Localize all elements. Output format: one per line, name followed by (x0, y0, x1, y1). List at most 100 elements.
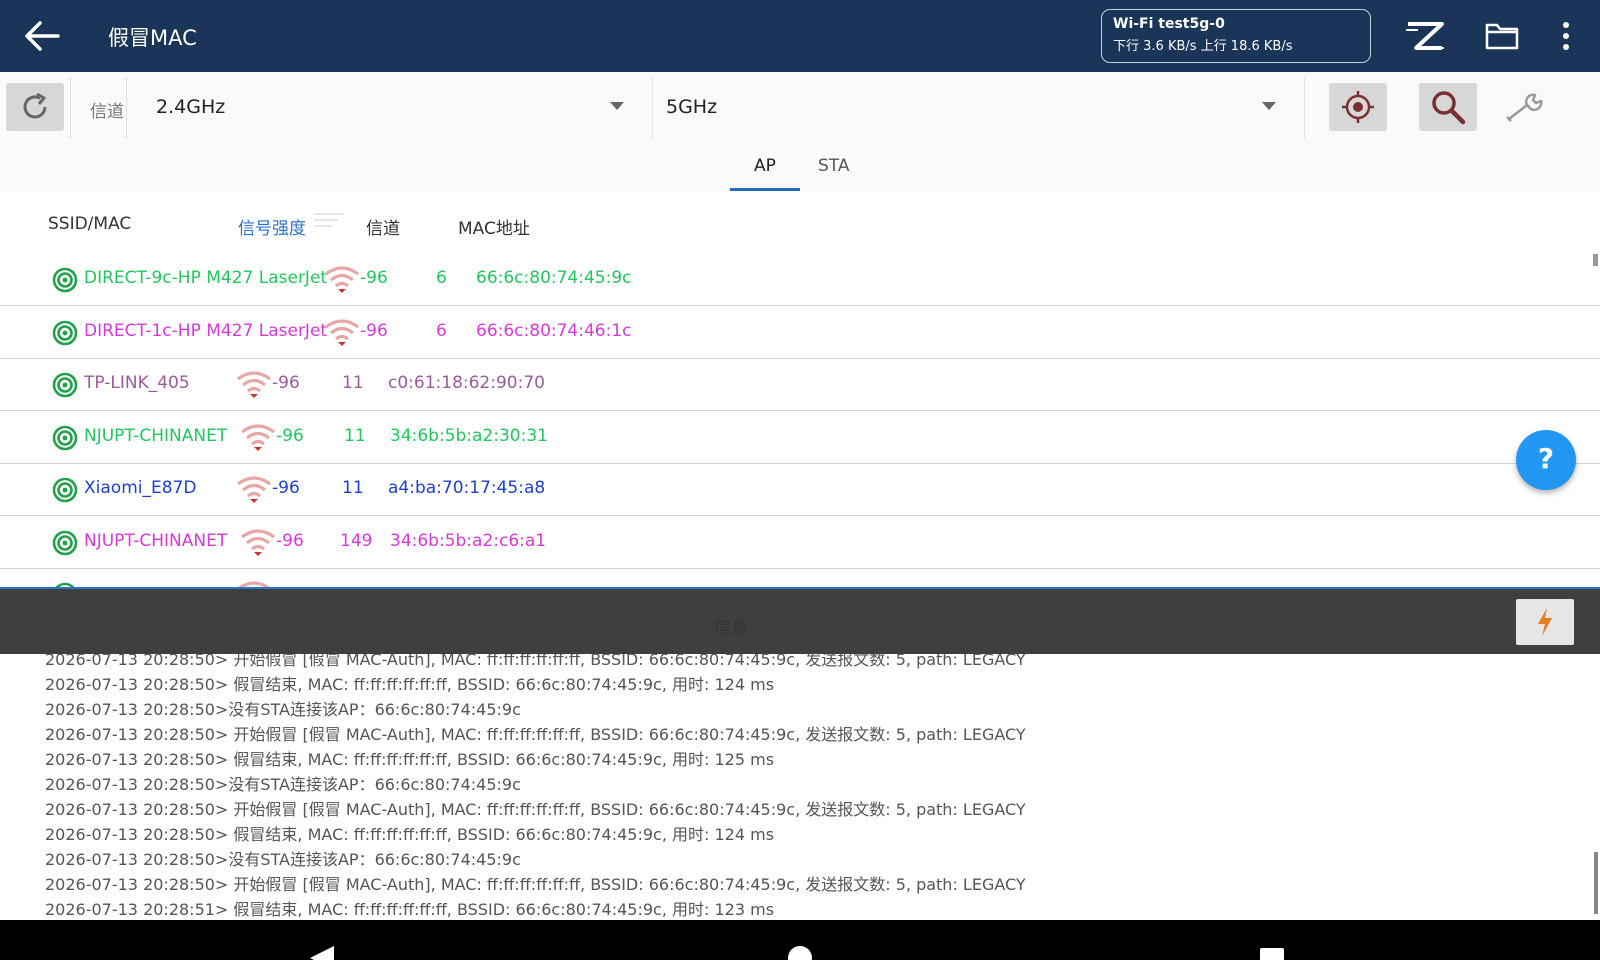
ap-channel: 6 (436, 320, 447, 341)
nav-home-icon[interactable] (788, 946, 812, 970)
sort-icon (314, 213, 344, 235)
z-logo-icon[interactable] (1404, 18, 1446, 54)
tab-indicator (730, 188, 800, 191)
ap-row[interactable]: DIRECT-1c-HP M427 LaserJet -96 6 66:6c:80:7… (0, 307, 1600, 359)
tab-bar: AP STA (0, 144, 1600, 192)
ap-mac: 34:6b:5b:a2:c6:a1 (390, 530, 547, 551)
refresh-button[interactable] (6, 83, 64, 131)
log-line: 2026-07-13 20:28:50> 开始假冒 [假冒 MAC-Auth],… (45, 725, 1026, 744)
search-icon (1432, 91, 1466, 125)
access-point-icon (52, 320, 78, 345)
ap-row[interactable]: TP-LINK_405 -96 11 c0:61:18:62:90:70 (0, 359, 1600, 411)
lightning-icon (1538, 608, 1552, 636)
info-bar: 信息 (0, 589, 1600, 654)
ap-ssid: NJUPT-CHINANET (84, 425, 228, 446)
access-point-icon (52, 425, 78, 450)
refresh-icon (23, 92, 47, 119)
wifi-signal-icon (241, 423, 275, 451)
more-vert-icon[interactable] (1556, 18, 1576, 54)
wifi-signal-icon (241, 528, 275, 556)
ap-row[interactable]: DIRECT-9c-HP M427 LaserJet -96 6 66:6c:80:7… (0, 254, 1600, 306)
log-line: 2026-07-13 20:28:50>没有STA连接该AP：66:6c:80:… (45, 775, 521, 794)
ap-ssid: TP-LINK_405 (84, 373, 190, 393)
access-point-icon (52, 267, 78, 293)
ap-signal: -96 (272, 478, 300, 498)
log-panel: 2026-07-13 20:28:50> 开始假冒 [假冒 MAC-Auth],… (0, 654, 1600, 920)
page-title: 假冒MAC (108, 26, 197, 50)
col-ssid[interactable]: SSID/MAC (48, 214, 131, 234)
wifi-ssid: Wi-Fi test5g-0 (1113, 16, 1225, 32)
log-line: 2026-07-13 20:28:50> 假冒结束, MAC: ff:ff:ff… (45, 825, 775, 844)
target-icon (1342, 91, 1374, 123)
ap-row-partial[interactable] (0, 569, 1600, 588)
log-line: 2026-07-13 20:28:50> 开始假冒 [假冒 MAC-Auth],… (45, 875, 1026, 894)
ap-row[interactable]: Xiaomi_E87D -96 11 a4:ba:70:17:45:a8 (0, 464, 1600, 516)
ap-signal: -96 (360, 268, 388, 288)
ap-signal: -96 (272, 373, 300, 393)
ap-list: DIRECT-9c-HP M427 LaserJet -96 6 66:6c:80:7… (0, 254, 1600, 588)
wifi-signal-icon (325, 318, 359, 346)
ap-mac: 66:6c:80:74:45:9c (476, 268, 632, 288)
ap-signal: -96 (276, 425, 304, 446)
system-nav-bar (0, 920, 1600, 972)
wifi-status-box[interactable]: Wi-Fi test5g-0 下行 3.6 KB/s 上行 18.6 KB/s (1101, 9, 1371, 63)
band-24-select[interactable]: 2.4GHz (156, 80, 626, 136)
help-label: ? (1537, 442, 1555, 475)
toolbar-divider (70, 78, 71, 138)
col-channel[interactable]: 信道 (366, 214, 400, 239)
nav-recent-icon[interactable] (1260, 948, 1284, 972)
toolbar-divider (1304, 78, 1305, 138)
app-bar: 假冒MAC Wi-Fi test5g-0 下行 3.6 KB/s 上行 18.6… (0, 0, 1600, 72)
ap-channel: 11 (344, 425, 366, 446)
ap-channel: 149 (340, 530, 373, 551)
band-5-value: 5GHz (666, 96, 718, 118)
band-24-value: 2.4GHz (156, 96, 226, 118)
channel-toolbar: 信道 2.4GHz 5GHz (0, 72, 1600, 144)
col-signal[interactable]: 信号强度 (238, 214, 306, 239)
ap-ssid: NJUPT-CHINANET (84, 530, 228, 551)
ap-ssid: DIRECT-9c-HP M427 LaserJet (84, 268, 328, 288)
tab-ap[interactable]: AP (754, 156, 776, 176)
ap-row[interactable]: NJUPT-CHINANET -96 149 34:6b:5b:a2:c6:a1 (0, 517, 1600, 569)
wifi-signal-icon (237, 371, 271, 398)
ap-mac: a4:ba:70:17:45:a8 (388, 478, 546, 498)
col-mac[interactable]: MAC地址 (458, 214, 530, 239)
log-line: 2026-07-13 20:28:50> 假冒结束, MAC: ff:ff:ff… (45, 675, 775, 694)
ap-signal: -96 (360, 320, 388, 341)
ap-signal: -96 (276, 530, 304, 551)
ap-mac: c0:61:18:62:90:70 (388, 373, 545, 393)
settings-button[interactable] (1497, 83, 1555, 131)
log-line: 2026-07-13 20:28:50>没有STA连接该AP：66:6c:80:… (45, 700, 521, 719)
log-scrollbar[interactable] (1594, 852, 1598, 914)
column-header: SSID/MAC 信号强度 信道 MAC地址 (0, 200, 1600, 248)
channel-label: 信道 (90, 102, 124, 122)
help-button[interactable]: ? (1516, 430, 1576, 490)
ap-channel: 11 (342, 478, 364, 498)
wifi-signal-icon (237, 476, 271, 503)
toolbar-divider (126, 78, 127, 138)
log-line: 2026-07-13 20:28:51> 假冒结束, MAC: ff:ff:ff… (45, 900, 775, 919)
band-5-select[interactable]: 5GHz (666, 80, 1278, 136)
tab-sta[interactable]: STA (818, 156, 850, 176)
access-point-icon (52, 372, 78, 398)
log-line: 2026-07-13 20:28:50>没有STA连接该AP：66:6c:80:… (45, 850, 521, 869)
back-arrow-icon[interactable] (22, 18, 62, 54)
wifi-rate: 下行 3.6 KB/s 上行 18.6 KB/s (1113, 39, 1293, 54)
wifi-signal-icon (325, 266, 359, 293)
folder-icon[interactable] (1484, 20, 1520, 52)
chevron-down-icon (1262, 102, 1276, 110)
search-button[interactable] (1419, 83, 1477, 131)
wrench-icon (1506, 93, 1543, 122)
info-label: 信息 (714, 618, 748, 638)
list-scrollbar[interactable] (1593, 254, 1598, 266)
ap-row[interactable]: NJUPT-CHINANET -96 11 34:6b:5b:a2:30:31 (0, 412, 1600, 464)
access-point-icon (52, 530, 78, 555)
nav-back-icon[interactable] (310, 946, 334, 970)
ap-mac: 34:6b:5b:a2:30:31 (390, 425, 548, 446)
log-line: 2026-07-13 20:28:50> 开始假冒 [假冒 MAC-Auth],… (45, 654, 1026, 669)
flash-button[interactable] (1516, 599, 1574, 645)
ap-ssid: DIRECT-1c-HP M427 LaserJet (84, 320, 328, 341)
ap-channel: 11 (342, 373, 364, 393)
locate-button[interactable] (1329, 83, 1387, 131)
ap-channel: 6 (436, 268, 447, 288)
